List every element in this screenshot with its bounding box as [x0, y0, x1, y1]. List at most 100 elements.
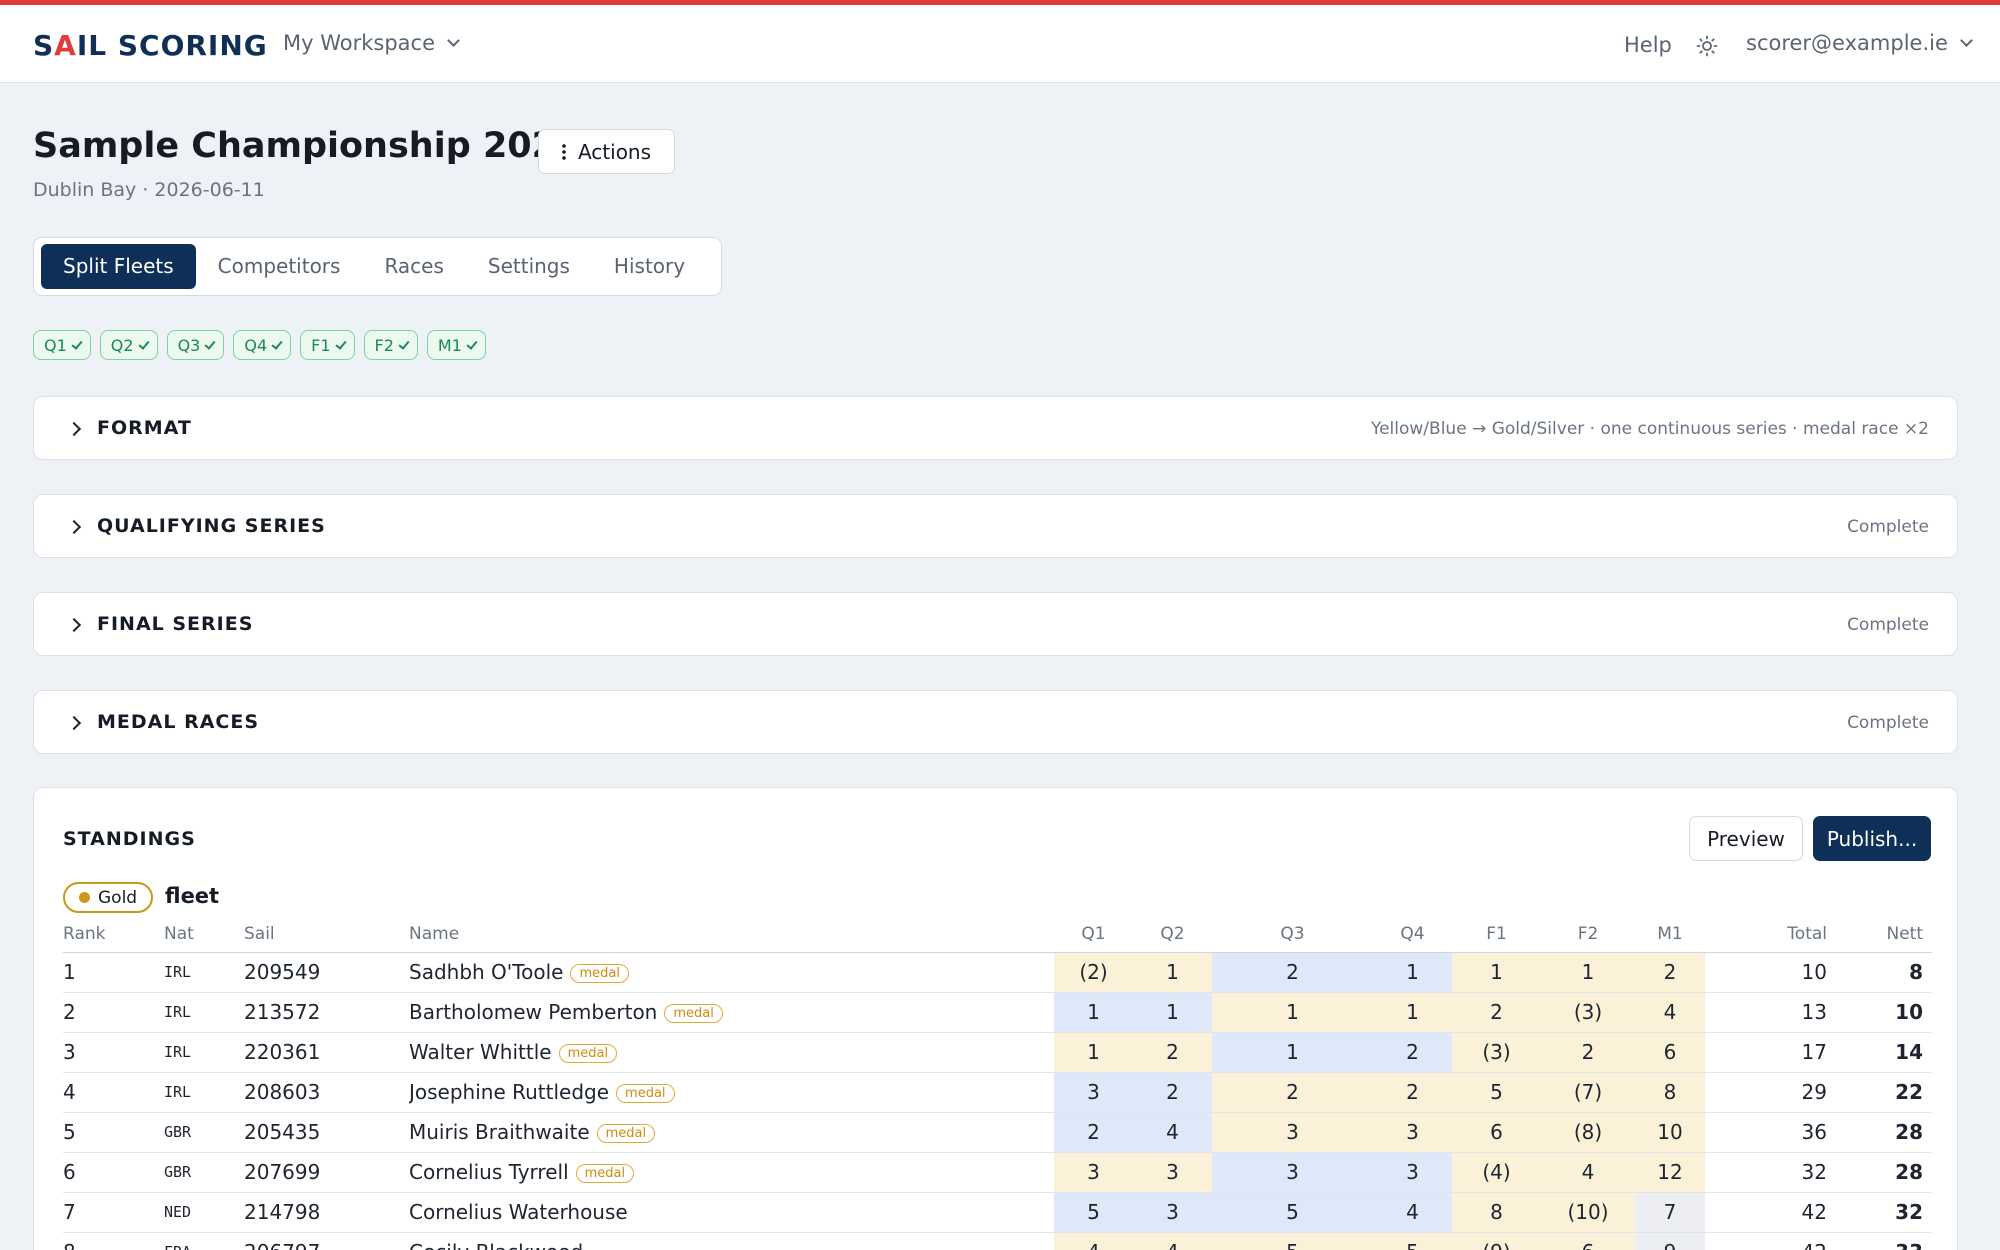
- medal-badge: medal: [596, 1124, 656, 1143]
- workspace-selector[interactable]: My Workspace: [283, 31, 460, 55]
- race-chip-q2[interactable]: Q2: [99, 330, 158, 360]
- section-qualifying-series[interactable]: QUALIFYING SERIES Complete: [33, 494, 1958, 558]
- tab-history[interactable]: History: [592, 244, 707, 289]
- section-medal-races[interactable]: MEDAL RACES Complete: [33, 690, 1958, 754]
- cell-nett: 22: [1836, 1072, 1932, 1113]
- race-chip-label: Q3: [177, 335, 201, 355]
- col-f2[interactable]: F2: [1541, 916, 1635, 953]
- cell-f2: 2: [1541, 1032, 1635, 1073]
- tab-split-fleets[interactable]: Split Fleets: [41, 244, 196, 289]
- col-rank[interactable]: Rank: [63, 916, 164, 953]
- medal-badge: medal: [575, 1164, 635, 1183]
- preview-button[interactable]: Preview: [1689, 816, 1803, 861]
- col-name[interactable]: Name: [409, 916, 1054, 953]
- cell-q2: 4: [1133, 1112, 1212, 1153]
- col-sail[interactable]: Sail: [244, 916, 409, 953]
- race-chip-f2[interactable]: F2: [363, 330, 418, 360]
- cell-q1: 4: [1054, 1232, 1133, 1250]
- cell-sail: 206797: [244, 1232, 409, 1250]
- cell-q2: 1: [1133, 952, 1212, 993]
- user-menu[interactable]: scorer@example.ie: [1746, 31, 1973, 55]
- table-row[interactable]: 7 NED 214798 Cornelius Waterhouse 5 3 5 4 8 (10) 7…: [63, 1192, 1932, 1233]
- cell-nett: 33: [1836, 1232, 1932, 1250]
- race-chip-label: Q2: [110, 335, 134, 355]
- cell-q3: 3: [1212, 1152, 1373, 1193]
- cell-rank: 2: [63, 992, 164, 1033]
- col-total[interactable]: Total: [1705, 916, 1836, 953]
- competitor-name: Cornelius Tyrrell: [409, 1160, 569, 1184]
- actions-button[interactable]: Actions: [538, 129, 675, 174]
- cell-sail: 213572: [244, 992, 409, 1033]
- col-q1[interactable]: Q1: [1054, 916, 1133, 953]
- col-q2[interactable]: Q2: [1133, 916, 1212, 953]
- cell-nett: 14: [1836, 1032, 1932, 1073]
- cell-f2: (3): [1541, 992, 1635, 1033]
- cell-q1: (2): [1054, 952, 1133, 993]
- race-chip-m1[interactable]: M1: [426, 330, 486, 360]
- race-chip-q1[interactable]: Q1: [33, 330, 91, 360]
- cell-f2: (7): [1541, 1072, 1635, 1113]
- tab-races[interactable]: Races: [362, 244, 465, 289]
- cell-total: 42: [1705, 1232, 1836, 1250]
- cell-nett: 32: [1836, 1192, 1932, 1233]
- chevron-right-icon: [66, 617, 82, 633]
- col-f1[interactable]: F1: [1452, 916, 1541, 953]
- cell-q4: 2: [1373, 1072, 1452, 1113]
- fleet-badge-gold: Gold: [63, 882, 154, 913]
- cell-q2: 2: [1133, 1072, 1212, 1113]
- cell-q1: 2: [1054, 1112, 1133, 1153]
- cell-nat: GBR: [164, 1112, 244, 1153]
- cell-f2: (8): [1541, 1112, 1635, 1153]
- race-chip-label: F2: [374, 335, 394, 355]
- race-chip-label: Q1: [44, 335, 67, 355]
- table-row[interactable]: 4 IRL 208603 Josephine Ruttledge medal 3 2 2 2 5(…: [63, 1072, 1932, 1113]
- chevron-right-icon: [66, 421, 82, 437]
- cell-name: Bartholomew Pemberton medal: [409, 992, 1054, 1033]
- medal-badge: medal: [558, 1044, 618, 1063]
- race-chip-f1[interactable]: F1: [300, 330, 355, 360]
- cell-f1: (4): [1452, 1152, 1541, 1193]
- section-title: QUALIFYING SERIES: [97, 515, 326, 537]
- sail-scoring-logo[interactable]: S A IL SCORING: [33, 27, 268, 63]
- workspace-label: My Workspace: [283, 31, 436, 55]
- table-row[interactable]: 8FRA206797Cecily Blackwood4455(9)694233: [63, 1232, 1932, 1250]
- cell-q4: 1: [1373, 952, 1452, 993]
- competitor-name: Muiris Braithwaite: [409, 1120, 590, 1144]
- cell-q4: 2: [1373, 1032, 1452, 1073]
- cell-m1: 6: [1635, 1032, 1705, 1073]
- cell-nat: IRL: [164, 992, 244, 1033]
- cell-total: 13: [1705, 992, 1836, 1033]
- race-chip-q4[interactable]: Q4: [233, 330, 292, 360]
- race-chip-label: F1: [311, 335, 331, 355]
- publish-button[interactable]: Publish...: [1813, 816, 1931, 861]
- cell-q2: 3: [1133, 1152, 1212, 1193]
- tab-competitors[interactable]: Competitors: [196, 244, 363, 289]
- table-header-row: Rank Nat Sail Name Q1 Q2 Q3 Q4 F1 F2 M1 …: [63, 916, 1932, 953]
- theme-toggle-sun-icon[interactable]: [1696, 35, 1718, 57]
- col-q4[interactable]: Q4: [1373, 916, 1452, 953]
- section-title: FORMAT: [97, 417, 192, 439]
- cell-nat: IRL: [164, 1032, 244, 1073]
- cell-f1: 6: [1452, 1112, 1541, 1153]
- check-icon: [138, 337, 150, 350]
- table-row[interactable]: 2 IRL 213572 Bartholomew Pemberton medal 1 1 1 1…: [63, 992, 1932, 1033]
- cell-q1: 5: [1054, 1192, 1133, 1233]
- section-final-series[interactable]: FINAL SERIES Complete: [33, 592, 1958, 656]
- tab-settings[interactable]: Settings: [466, 244, 592, 289]
- section-format[interactable]: FORMAT Yellow/Blue → Gold/Silver · one c…: [33, 396, 1958, 460]
- col-nat[interactable]: Nat: [164, 916, 244, 953]
- cell-m1: 4: [1635, 992, 1705, 1033]
- col-q3[interactable]: Q3: [1212, 916, 1373, 953]
- competitor-name: Josephine Ruttledge: [409, 1080, 610, 1104]
- table-row[interactable]: 5 GBR 205435 Muiris Braithwaite medal 2 4 3 3 6 (8…: [63, 1112, 1932, 1153]
- table-row[interactable]: 6 GBR 207699 Cornelius Tyrrell medal 3 3 3 3 (4) 4…: [63, 1152, 1932, 1193]
- col-nett[interactable]: Nett: [1836, 916, 1932, 953]
- race-chip-q3[interactable]: Q3: [166, 330, 225, 360]
- table-row[interactable]: 3 IRL 220361 Walter Whittle medal 1 2 1 2 (3) 2 6 17…: [63, 1032, 1932, 1073]
- help-link[interactable]: Help: [1624, 33, 1672, 57]
- cell-m1: 2: [1635, 952, 1705, 993]
- check-icon: [398, 337, 410, 350]
- cell-sail: 208603: [244, 1072, 409, 1113]
- table-row[interactable]: 1 IRL 209549 Sadhbh O'Toole medal (2) 1 2 1 1 1 2 10…: [63, 952, 1932, 993]
- col-m1[interactable]: M1: [1635, 916, 1705, 953]
